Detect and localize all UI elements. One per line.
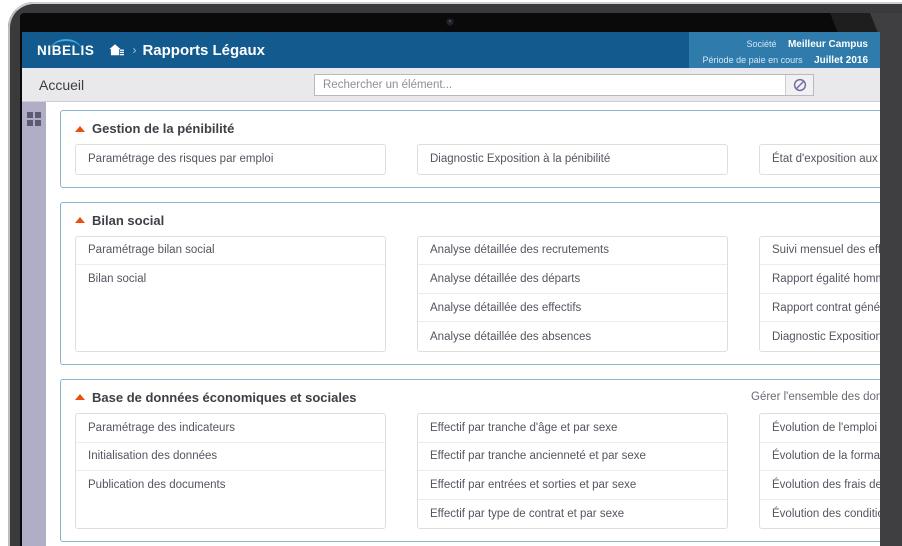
section-panel: Gestion de la pénibilité Paramétrage des …	[60, 110, 880, 188]
report-item[interactable]: Effectif par type de contrat et par sexe	[418, 500, 727, 529]
company-period-box[interactable]: Société Meilleur Campus Période de paie …	[688, 32, 880, 68]
brand-logo[interactable]: NIBELIS	[37, 38, 94, 58]
report-item[interactable]: Analyse détaillée des recrutements	[418, 237, 727, 266]
apps-grid-icon[interactable]	[27, 112, 41, 126]
report-item[interactable]: Paramétrage des risques par emploi	[76, 145, 385, 174]
report-item[interactable]: Analyse détaillée des départs	[418, 265, 727, 294]
company-row: Société Meilleur Campus	[703, 36, 868, 52]
home-button[interactable]	[108, 42, 125, 59]
report-item[interactable]: Évolution de la formation	[760, 443, 880, 472]
section-panel: Bilan social Paramétrage bilan social Bila…	[60, 201, 880, 365]
chevron-up-icon[interactable]	[75, 394, 85, 401]
report-item[interactable]: Analyse détaillée des absences	[418, 322, 727, 351]
company-value: Meilleur Campus	[787, 39, 868, 50]
report-item[interactable]: Évolution de l'emploi des salariés	[760, 414, 880, 443]
report-item[interactable]: Bilan social	[76, 265, 385, 294]
bezel-right-edge	[880, 13, 902, 546]
section-columns: Paramétrage des indicateurs Initialisatio…	[61, 412, 880, 530]
report-item[interactable]: Publication des documents	[76, 471, 385, 500]
search-input[interactable]	[315, 75, 785, 95]
report-item[interactable]: Évolution des frais de personnel	[760, 471, 880, 500]
section-title: Base de données économiques et sociales	[92, 389, 357, 405]
home-icon	[109, 43, 125, 55]
brand-arc-icon	[50, 38, 82, 51]
report-item[interactable]: Suivi mensuel des effectifs	[760, 237, 880, 266]
breadcrumb-home-label[interactable]: Accueil	[39, 77, 84, 93]
device-mockup: NIBELIS › Rapports Légaux Société Meille…	[0, 0, 902, 546]
report-item[interactable]: Analyse détaillée des effectifs	[418, 294, 727, 323]
grid-cell	[27, 112, 33, 118]
app-header: NIBELIS › Rapports Légaux Société Meille…	[22, 32, 880, 68]
grid-cell	[35, 120, 41, 126]
page-title: Rapports Légaux	[142, 41, 265, 59]
report-item[interactable]: Diagnostic Exposition à la pénibilité	[418, 145, 727, 174]
report-item[interactable]: Rapport contrat génération	[760, 294, 880, 323]
report-list: Suivi mensuel des effectifsRapport égali…	[759, 235, 880, 352]
report-item[interactable]: Effectif par tranche ancienneté et par s…	[418, 443, 727, 472]
section-columns: Paramétrage bilan social Bilan social Anal…	[61, 235, 880, 352]
report-item[interactable]: Paramétrage bilan social	[76, 237, 385, 266]
period-label: Période de paie en cours	[702, 55, 803, 65]
report-list: Effectif par tranche d'âge et par sexe Ef…	[417, 412, 728, 530]
report-item[interactable]: Effectif par entrées et sorties et par s…	[418, 471, 727, 500]
report-item[interactable]: État d'exposition aux facteurs de pénibi…	[760, 145, 880, 174]
body-area: Gestion de la pénibilité Paramétrage des …	[22, 102, 880, 546]
report-list: Diagnostic Exposition à la pénibilité	[417, 144, 728, 175]
report-item[interactable]: Diagnostic Exposition à la pénibilité	[760, 322, 880, 351]
grid-cell	[35, 112, 41, 118]
sub-header: Accueil	[22, 68, 880, 102]
clear-search-button[interactable]	[785, 75, 813, 95]
report-item[interactable]: Rapport égalité hommes femmes	[760, 265, 880, 294]
webcam-icon	[447, 19, 453, 25]
clear-circle-icon	[793, 78, 806, 92]
report-item[interactable]: Paramétrage des indicateurs	[76, 414, 385, 443]
grid-cell	[27, 120, 33, 126]
report-item[interactable]: Effectif par tranche d'âge et par sexe	[418, 414, 727, 443]
section-title: Bilan social	[92, 212, 165, 228]
report-item[interactable]: Évolution des conditions de travail	[760, 500, 880, 529]
breadcrumb-separator: ›	[132, 43, 137, 57]
report-list: Paramétrage des indicateurs Initialisatio…	[75, 412, 386, 530]
chevron-up-icon[interactable]	[75, 217, 85, 224]
report-list: Analyse détaillée des recrutements Analys…	[417, 235, 728, 352]
report-list: Évolution de l'emploi des salariésÉvolut…	[759, 412, 880, 530]
report-item[interactable]: Initialisation des données	[76, 443, 385, 472]
report-list: Paramétrage des risques par emploi	[75, 144, 386, 175]
section-columns: Paramétrage des risques par emploi Diagno…	[61, 144, 880, 175]
section-action-link[interactable]: Gérer l'ensemble des données	[751, 391, 880, 403]
section-header[interactable]: Bilan social	[61, 211, 880, 236]
section-header[interactable]: Base de données économiques et sociales G…	[61, 388, 880, 413]
search-box[interactable]	[314, 74, 814, 96]
section-panel: Base de données économiques et sociales G…	[60, 378, 880, 543]
company-label: Société	[746, 39, 777, 49]
content-panels: Gestion de la pénibilité Paramétrage des …	[46, 102, 880, 546]
section-title: Gestion de la pénibilité	[92, 121, 235, 136]
left-rail	[22, 102, 46, 546]
period-row: Période de paie en cours Juillet 2016	[703, 52, 868, 68]
period-value: Juillet 2016	[814, 55, 868, 66]
application-screen: NIBELIS › Rapports Légaux Société Meille…	[22, 32, 880, 546]
section-header[interactable]: Gestion de la pénibilité	[61, 119, 880, 144]
chevron-up-icon[interactable]	[75, 125, 85, 132]
report-list: Paramétrage bilan social Bilan social	[75, 235, 386, 352]
report-list: État d'exposition aux facteurs de pénibi…	[759, 144, 880, 175]
